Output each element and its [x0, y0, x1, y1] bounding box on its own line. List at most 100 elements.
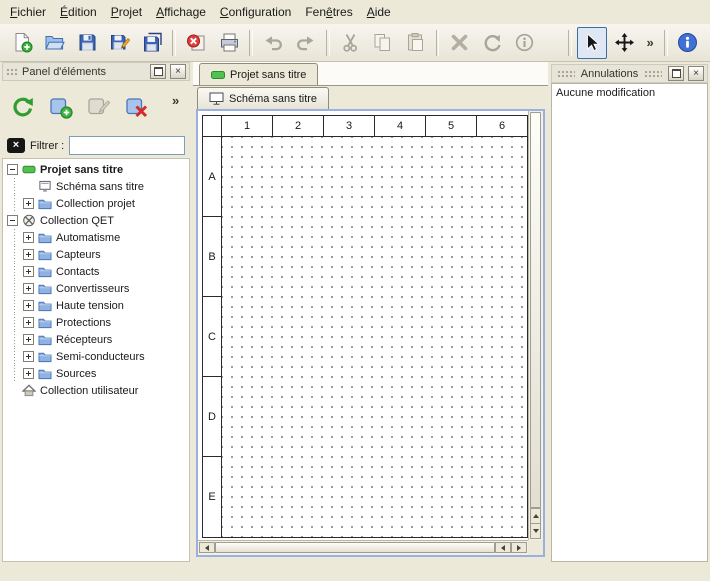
elements-panel-titlebar[interactable]: Panel d'éléments × [2, 62, 190, 81]
expand-plus-icon[interactable] [23, 300, 34, 311]
open-document-button[interactable] [39, 27, 69, 59]
tab-project[interactable]: Projet sans titre [199, 63, 318, 85]
tree-item[interactable]: Automatisme [3, 229, 189, 246]
new-document-button[interactable] [7, 27, 37, 59]
print-button[interactable] [214, 27, 244, 59]
toolbar-overflow-button[interactable]: » [642, 27, 659, 59]
vertical-scrollbar-thumb[interactable] [530, 112, 541, 508]
save-as-button[interactable] [104, 27, 134, 59]
collapse-minus-icon[interactable] [7, 215, 18, 226]
select-mode-button[interactable] [577, 27, 607, 59]
expand-plus-icon[interactable] [23, 249, 34, 260]
move-mode-button[interactable] [609, 27, 639, 59]
undo-dock-titlebar[interactable]: Annulations × [551, 64, 708, 83]
dock-grip[interactable] [6, 68, 18, 76]
tree-item[interactable]: Collection utilisateur [3, 382, 189, 399]
delete-button[interactable] [444, 27, 474, 59]
tree-item[interactable]: Semi-conducteurs [3, 348, 189, 365]
delete-element-button[interactable] [120, 90, 154, 124]
menu-affichage[interactable]: Affichage [149, 2, 213, 22]
tab-schema[interactable]: Schéma sans titre [197, 87, 329, 109]
tree-item-label: Collection utilisateur [40, 385, 138, 397]
menu-projet[interactable]: Projet [104, 2, 149, 22]
scroll-left-button[interactable] [199, 542, 215, 553]
menu-edition[interactable]: Édition [53, 2, 104, 22]
tree-item[interactable]: Sources [3, 365, 189, 382]
scroll-left-button-2[interactable] [495, 542, 511, 553]
expand-plus-icon[interactable] [23, 317, 34, 328]
reload-collections-button[interactable] [6, 90, 40, 124]
expand-plus-icon[interactable] [23, 334, 34, 345]
move-arrows-icon [614, 32, 635, 53]
horizontal-scrollbar-thumb[interactable] [215, 542, 495, 553]
expand-plus-icon[interactable] [23, 283, 34, 294]
element-infos-button[interactable] [509, 27, 539, 59]
undo-button[interactable] [258, 27, 288, 59]
undo-dock-title: Annulations [581, 68, 639, 80]
collapse-minus-icon[interactable] [7, 164, 18, 175]
tree-item[interactable]: Schéma sans titre [3, 178, 189, 195]
tree-item[interactable]: Convertisseurs [3, 280, 189, 297]
new-element-button[interactable] [44, 90, 78, 124]
redo-button[interactable] [291, 27, 321, 59]
tree-item-label: Protections [56, 317, 111, 329]
tree-item[interactable]: Capteurs [3, 246, 189, 263]
panel-toolbar-overflow-button[interactable]: » [172, 93, 188, 108]
expand-plus-icon[interactable] [23, 266, 34, 277]
cut-button[interactable] [335, 27, 365, 59]
menubar: FichierÉditionProjetAffichageConfigurati… [0, 0, 710, 25]
dock-grip[interactable] [557, 70, 575, 78]
tree-guide [7, 365, 23, 382]
printer-icon [219, 32, 240, 53]
tree-item-label: Convertisseurs [56, 283, 129, 295]
tree-item[interactable]: Récepteurs [3, 331, 189, 348]
cursor-arrow-icon [581, 32, 602, 53]
expand-plus-icon[interactable] [23, 368, 34, 379]
close-dock-button[interactable]: × [170, 64, 186, 79]
horizontal-scrollbar[interactable] [198, 540, 528, 555]
scroll-right-button[interactable] [511, 542, 527, 553]
menu-configuration[interactable]: Configuration [213, 2, 298, 22]
scroll-down-button[interactable] [530, 523, 541, 539]
close-file-button[interactable] [181, 27, 211, 59]
column-headers: 123456 [222, 116, 527, 136]
dock-grip[interactable] [644, 70, 662, 78]
save-all-button[interactable] [137, 27, 167, 59]
tree-item[interactable]: Collection projet [3, 195, 189, 212]
tree-item[interactable]: Collection QET [3, 212, 189, 229]
rotate-button[interactable] [477, 27, 507, 59]
tree-item[interactable]: Contacts [3, 263, 189, 280]
element-tree[interactable]: Projet sans titreSchéma sans titre Collec… [2, 158, 190, 562]
vertical-scrollbar[interactable] [528, 111, 543, 540]
paste-button[interactable] [400, 27, 430, 59]
save-button[interactable] [72, 27, 102, 59]
expand-plus-icon[interactable] [23, 351, 34, 362]
diagram-view[interactable]: 123456 ABCDE [198, 111, 528, 540]
tree-item[interactable]: Protections [3, 314, 189, 331]
undo-history-list[interactable]: Aucune modification [551, 83, 708, 562]
menu-fichier[interactable]: Fichier [3, 2, 53, 22]
float-dock-button[interactable] [150, 64, 166, 79]
toolbar-separator [436, 30, 440, 56]
close-dock-button[interactable]: × [688, 66, 704, 81]
rotate-icon [482, 32, 503, 53]
tree-item[interactable]: Haute tension [3, 297, 189, 314]
elements-panel-dock: Panel d'éléments × » × Filtrer : P [2, 62, 190, 562]
menu-aide[interactable]: Aide [360, 2, 398, 22]
expand-plus-icon[interactable] [23, 232, 34, 243]
float-dock-button[interactable] [668, 66, 684, 81]
diagram-sheet[interactable]: 123456 ABCDE [202, 115, 528, 538]
tree-item-label: Sources [56, 368, 96, 380]
about-qet-button[interactable] [673, 27, 703, 59]
expand-plus-icon[interactable] [23, 198, 34, 209]
edit-element-button[interactable] [82, 90, 116, 124]
scroll-up-button[interactable] [530, 508, 541, 524]
tree-item[interactable]: Projet sans titre [3, 161, 189, 178]
schema-grid-canvas[interactable] [222, 137, 527, 537]
clear-filter-button[interactable]: × [7, 138, 25, 153]
copy-button[interactable] [368, 27, 398, 59]
tree-item-label: Collection projet [56, 198, 135, 210]
column-label: 5 [426, 116, 477, 136]
menu-fenetres[interactable]: Fenêtres [298, 2, 359, 22]
filter-input[interactable] [69, 136, 185, 155]
